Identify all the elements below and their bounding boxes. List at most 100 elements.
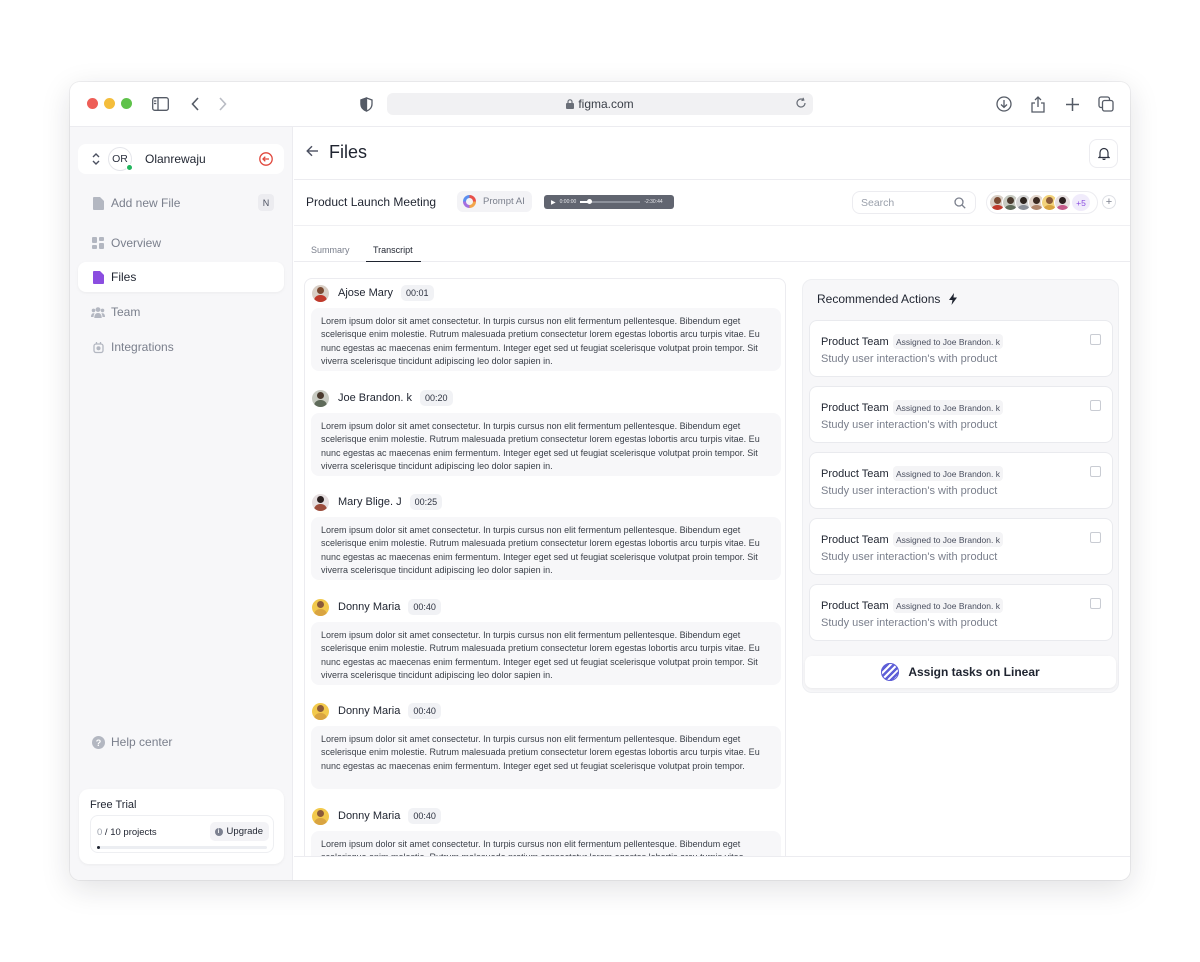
plug-icon: [91, 340, 105, 354]
timestamp-badge[interactable]: 00:25: [409, 494, 443, 510]
timestamp-badge[interactable]: 00:40: [408, 703, 441, 719]
add-participant-button[interactable]: +: [1102, 195, 1116, 209]
tab-transcript[interactable]: Transcript: [366, 245, 421, 262]
timestamp-badge[interactable]: 00:40: [408, 599, 441, 615]
lock-icon: [566, 99, 575, 109]
trial-progress-fill: [97, 846, 100, 849]
grid-icon: [91, 236, 105, 250]
upgrade-button[interactable]: i Upgrade: [209, 822, 269, 841]
timestamp-badge[interactable]: 00:40: [408, 808, 441, 824]
seek-handle[interactable]: [587, 199, 593, 204]
assignee-badge: Assigned to Joe Brandon. k: [893, 466, 1003, 481]
task-checkbox[interactable]: [1090, 598, 1101, 609]
audio-player[interactable]: ▶ 0:00:00 -2:30:44: [544, 195, 674, 209]
speaker-row: Joe Brandon. k 00:20: [311, 388, 453, 408]
sidebar-item-team[interactable]: Team: [78, 297, 284, 327]
back-arrow-icon[interactable]: [306, 145, 319, 157]
speaker-avatar: [312, 284, 329, 302]
maximize-window-button[interactable]: [121, 98, 132, 109]
new-tab-icon[interactable]: [1062, 94, 1082, 114]
recommended-actions-label: Recommended Actions: [817, 292, 941, 306]
logout-icon[interactable]: [259, 152, 273, 166]
reload-icon[interactable]: [795, 97, 807, 109]
speaker-avatar: [312, 598, 329, 616]
avatar: OR: [108, 147, 133, 171]
shield-icon[interactable]: [356, 94, 376, 114]
file-icon: [91, 196, 105, 210]
task-description: Study user interaction's with product: [821, 419, 998, 431]
timestamp-badge[interactable]: 00:01: [401, 285, 434, 301]
help-center-link[interactable]: ? Help center: [78, 727, 284, 757]
sidebar: OR Olanrewaju Add new File N Overview Fi…: [70, 127, 293, 880]
sidebar-item-label: Files: [111, 270, 137, 284]
task-team: Product Team: [821, 402, 889, 414]
task-team: Product Team: [821, 600, 889, 612]
prompt-ai-logo-icon: [463, 195, 476, 208]
team-icon: [91, 305, 105, 319]
task-description: Study user interaction's with product: [821, 485, 998, 497]
linear-logo-icon: [881, 663, 900, 681]
sidebar-item-overview[interactable]: Overview: [78, 228, 284, 258]
share-icon[interactable]: [1028, 94, 1048, 114]
speaker-avatar: [312, 702, 329, 720]
account-switcher[interactable]: OR Olanrewaju: [78, 144, 284, 174]
swap-icon[interactable]: [91, 152, 101, 166]
task-checkbox[interactable]: [1090, 400, 1101, 411]
forward-icon[interactable]: [212, 94, 232, 114]
task-team: Product Team: [821, 468, 889, 480]
lightning-icon: [949, 293, 958, 305]
action-card[interactable]: Product Team Assigned to Joe Brandon. k …: [809, 584, 1113, 641]
action-card[interactable]: Product Team Assigned to Joe Brandon. k …: [809, 320, 1113, 377]
back-icon[interactable]: [185, 94, 205, 114]
assign-on-linear-button[interactable]: Assign tasks on Linear: [805, 656, 1116, 688]
sidebar-item-label: Overview: [111, 236, 162, 250]
sidebar-item-label: Team: [111, 305, 141, 319]
search-field[interactable]: [852, 191, 976, 214]
page-title: Files: [329, 142, 368, 162]
notifications-button[interactable]: [1089, 139, 1118, 168]
search-input[interactable]: [861, 196, 951, 209]
url-text: figma.com: [578, 97, 634, 111]
tabs-overview-icon[interactable]: [1096, 94, 1116, 114]
action-card[interactable]: Product Team Assigned to Joe Brandon. k …: [809, 386, 1113, 443]
speaker-row: Donny Maria 00:40: [311, 701, 441, 721]
assign-on-linear-label: Assign tasks on Linear: [908, 665, 1040, 679]
sidebar-item-label: Help center: [111, 735, 173, 749]
task-checkbox[interactable]: [1090, 532, 1101, 543]
close-window-button[interactable]: [87, 98, 98, 109]
trial-progress-bar: [97, 846, 267, 849]
speaker-row: Ajose Mary 00:01: [311, 283, 434, 303]
tab-summary[interactable]: Summary: [311, 245, 350, 255]
task-checkbox[interactable]: [1090, 466, 1101, 477]
search-icon[interactable]: [954, 197, 966, 209]
transcript-panel[interactable]: Ajose Mary 00:01 Lorem ipsum dolor sit a…: [304, 278, 786, 856]
action-card[interactable]: Product Team Assigned to Joe Brandon. k …: [809, 518, 1113, 575]
prompt-ai-button[interactable]: Prompt AI: [457, 191, 532, 212]
sidebar-item-files[interactable]: Files: [78, 262, 284, 292]
sidebar-item-integrations[interactable]: Integrations: [78, 332, 284, 362]
action-card[interactable]: Product Team Assigned to Joe Brandon. k …: [809, 452, 1113, 509]
participants-group[interactable]: +5: [986, 191, 1098, 214]
minimize-window-button[interactable]: [104, 98, 115, 109]
audio-current-time: 0:00:00: [559, 199, 577, 205]
transcript-text: Lorem ipsum dolor sit amet consectetur. …: [311, 413, 781, 476]
divider: [294, 856, 1130, 857]
speaker-avatar: [312, 807, 329, 825]
main-content: Files Product Launch Meeting Prompt AI ▶…: [294, 127, 1130, 880]
trial-title: Free Trial: [90, 799, 137, 811]
audio-seek-bar[interactable]: [580, 199, 641, 204]
add-new-file-button[interactable]: Add new File N: [78, 188, 284, 218]
transcript-text: Lorem ipsum dolor sit amet consectetur. …: [311, 622, 781, 685]
transcript-text: Lorem ipsum dolor sit amet consectetur. …: [311, 831, 781, 856]
task-team: Product Team: [821, 336, 889, 348]
play-icon[interactable]: ▶: [551, 199, 556, 206]
task-description: Study user interaction's with product: [821, 551, 998, 563]
speaker-name: Donny Maria: [338, 705, 401, 717]
download-icon[interactable]: [994, 94, 1014, 114]
more-participants-count[interactable]: +5: [1072, 194, 1090, 211]
meeting-title: Product Launch Meeting: [306, 195, 437, 209]
task-checkbox[interactable]: [1090, 334, 1101, 345]
sidebar-toggle-icon[interactable]: [150, 94, 170, 114]
address-bar[interactable]: figma.com: [387, 93, 813, 115]
timestamp-badge[interactable]: 00:20: [420, 390, 453, 406]
